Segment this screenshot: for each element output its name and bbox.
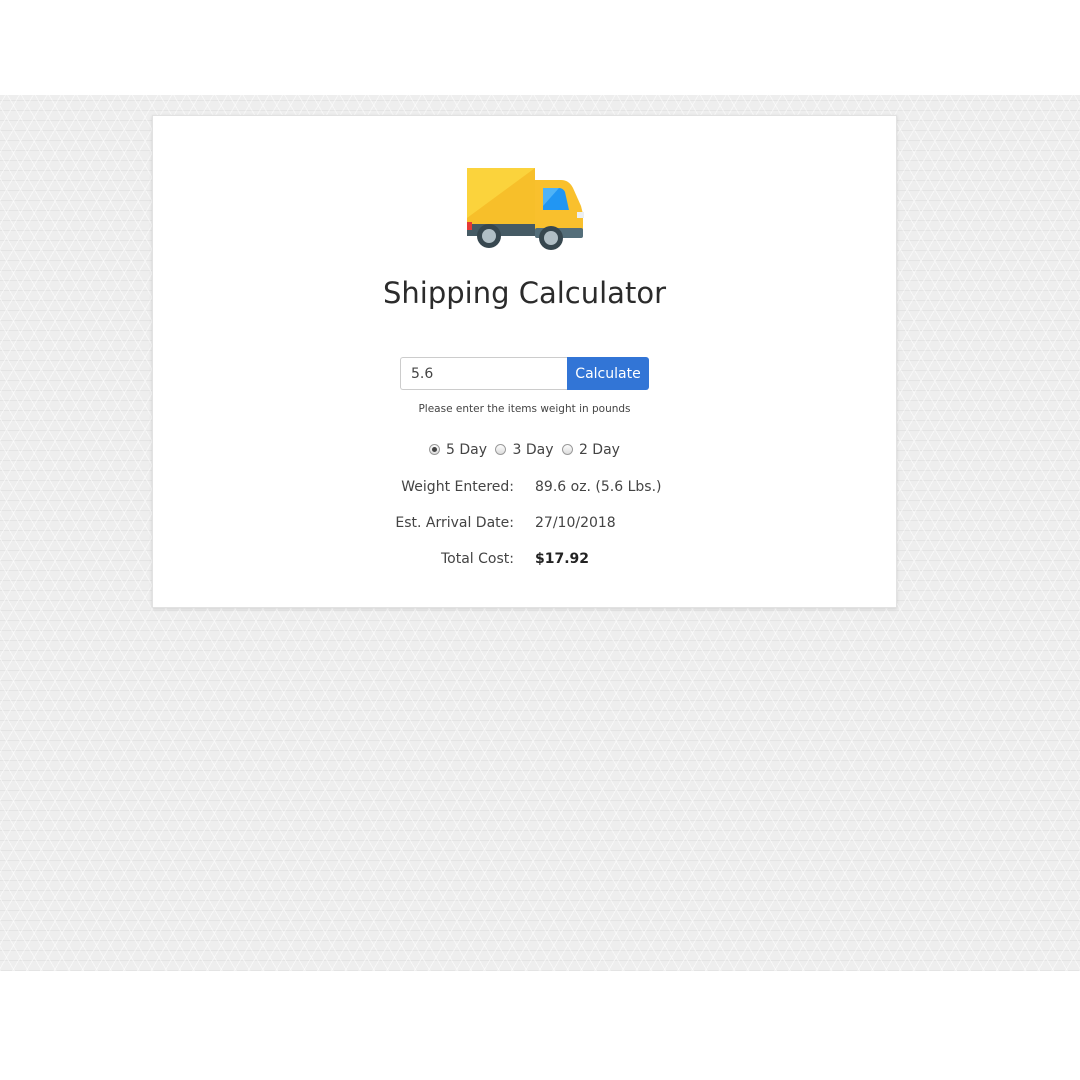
calculate-button[interactable]: Calculate [567, 357, 649, 390]
option-3-day[interactable]: 3 Day [495, 442, 554, 458]
weight-input-group: Calculate [400, 357, 649, 390]
weight-input[interactable] [400, 357, 567, 390]
radio-5-day[interactable] [429, 443, 441, 455]
weight-label: Weight Entered: [401, 479, 514, 495]
radio-2-day[interactable] [561, 443, 573, 455]
cost-label: Total Cost: [441, 551, 514, 567]
option-5-day[interactable]: 5 Day [429, 442, 487, 458]
delivery-options: 5 Day 3 Day 2 Day [153, 442, 896, 460]
arrival-label: Est. Arrival Date: [395, 515, 514, 531]
calculator-card: Shipping Calculator Calculate Please ent… [152, 115, 897, 608]
delivery-truck-icon [467, 168, 584, 250]
weight-value: 89.6 oz. (5.6 Lbs.) [535, 479, 662, 495]
arrival-value: 27/10/2018 [535, 515, 616, 531]
radio-3-day[interactable] [495, 443, 507, 455]
page-title: Shipping Calculator [383, 276, 666, 310]
option-5-day-label: 5 Day [446, 442, 488, 458]
cost-value: $17.92 [535, 551, 590, 567]
option-2-day[interactable]: 2 Day [561, 442, 620, 458]
option-3-day-label: 3 Day [512, 442, 554, 458]
option-2-day-label: 2 Day [578, 442, 620, 458]
weight-hint: Please enter the items weight in pounds [418, 403, 631, 415]
